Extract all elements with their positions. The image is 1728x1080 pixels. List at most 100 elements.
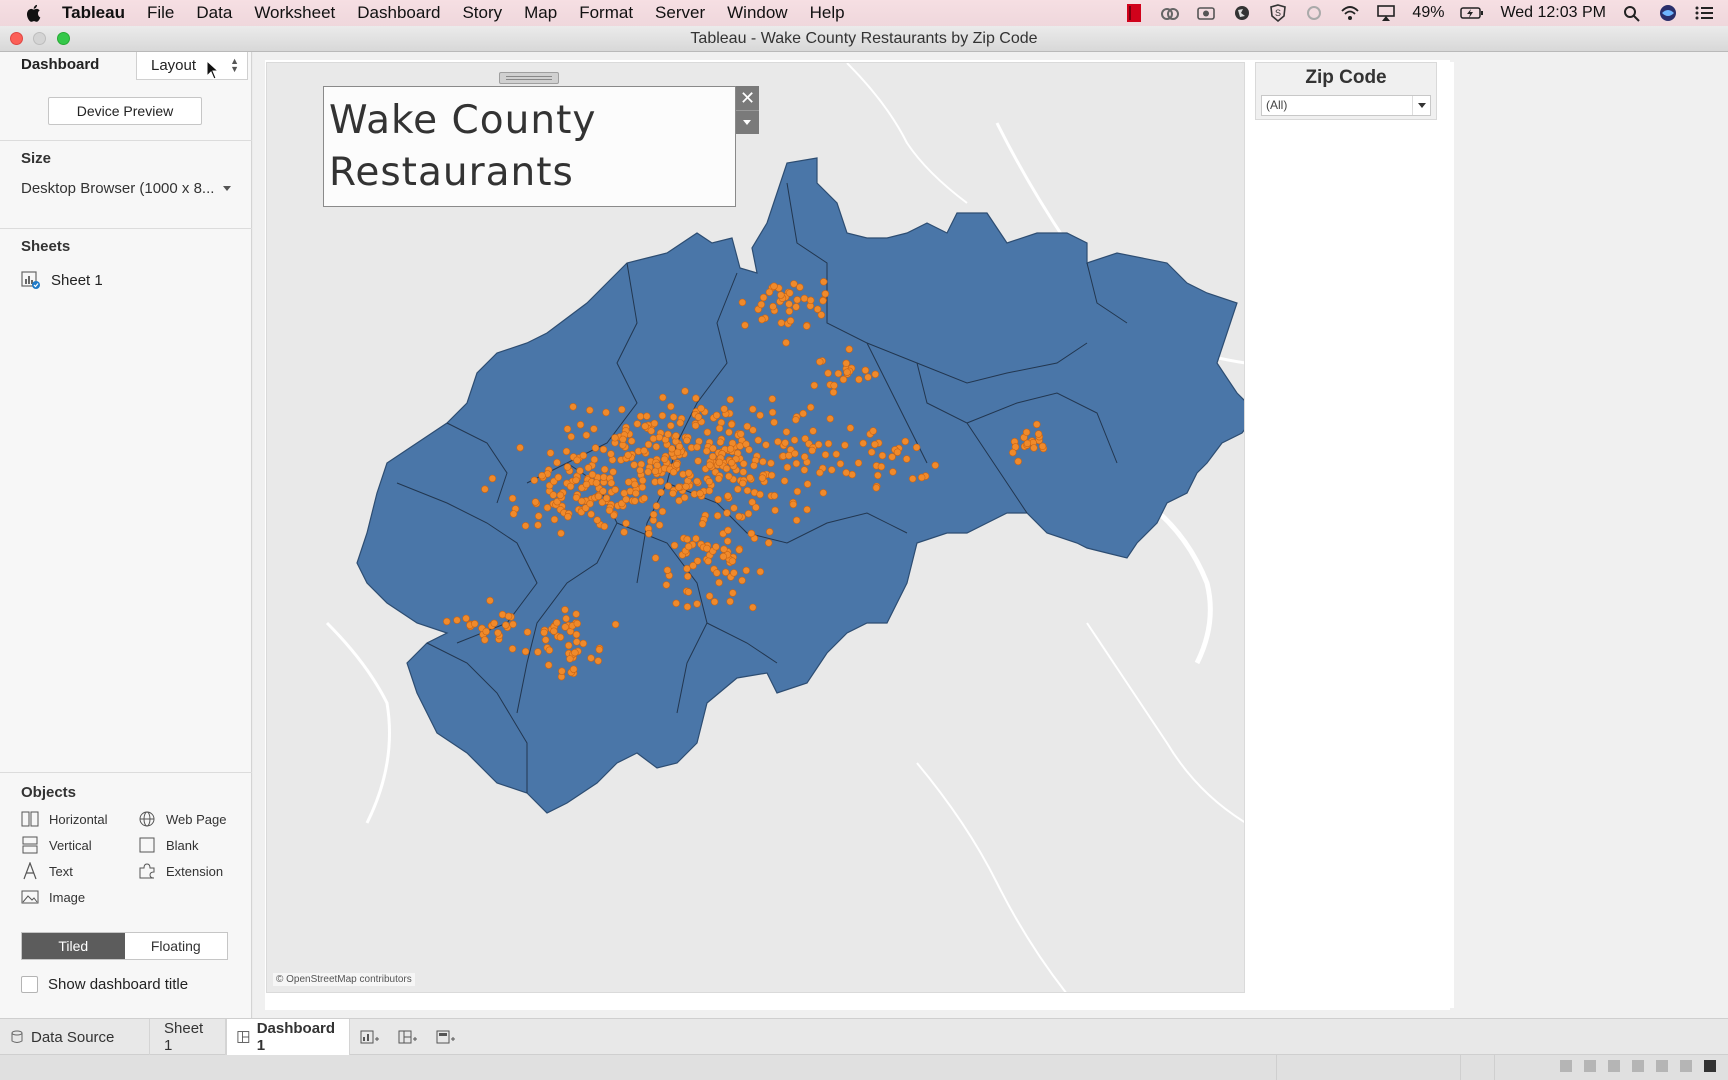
restaurant-point[interactable] (564, 513, 572, 521)
restaurant-point[interactable] (664, 430, 672, 438)
menu-story[interactable]: Story (462, 3, 502, 23)
restaurant-point[interactable] (715, 424, 724, 433)
restaurant-point[interactable] (1023, 439, 1032, 448)
restaurant-point[interactable] (800, 466, 809, 474)
restaurant-point[interactable] (641, 422, 649, 430)
restaurant-point[interactable] (839, 375, 848, 384)
restaurant-point[interactable] (567, 433, 575, 441)
restaurant-point[interactable] (725, 472, 733, 480)
restaurant-point[interactable] (584, 464, 592, 472)
floating-button[interactable]: Floating (124, 933, 227, 959)
restaurant-point[interactable] (650, 510, 658, 519)
restaurant-point[interactable] (722, 464, 731, 473)
restaurant-point[interactable] (816, 469, 824, 477)
restaurant-point[interactable] (1014, 457, 1022, 466)
restaurant-point[interactable] (587, 654, 595, 662)
restaurant-point[interactable] (756, 411, 764, 419)
restaurant-point[interactable] (486, 596, 494, 605)
restaurant-point[interactable] (558, 667, 566, 675)
restaurant-point[interactable] (683, 565, 691, 573)
restaurant-point[interactable] (715, 458, 723, 467)
restaurant-point[interactable] (663, 566, 672, 574)
restaurant-point[interactable] (644, 440, 653, 449)
restaurant-point[interactable] (872, 484, 880, 492)
restaurant-point[interactable] (714, 495, 722, 504)
menu-window[interactable]: Window (727, 3, 787, 23)
restaurant-point[interactable] (561, 623, 569, 631)
restaurant-point[interactable] (624, 478, 633, 486)
object-blank[interactable]: Blank (138, 836, 199, 854)
restaurant-point[interactable] (645, 530, 653, 538)
restaurant-point[interactable] (632, 489, 640, 497)
restaurant-point[interactable] (636, 466, 644, 474)
restaurant-point[interactable] (572, 630, 581, 639)
restaurant-point[interactable] (636, 412, 645, 421)
restaurant-point[interactable] (656, 477, 665, 486)
restaurant-point[interactable] (777, 319, 785, 327)
object-horizontal[interactable]: Horizontal (21, 810, 108, 828)
restaurant-point[interactable] (730, 569, 738, 577)
restaurant-point[interactable] (573, 456, 581, 464)
restaurant-point[interactable] (509, 620, 517, 628)
restaurant-point[interactable] (757, 300, 765, 309)
restaurant-point[interactable] (741, 321, 749, 329)
restaurant-point[interactable] (824, 440, 833, 448)
restaurant-point[interactable] (682, 482, 690, 491)
object-menu-button[interactable] (736, 110, 759, 134)
restaurant-point[interactable] (692, 534, 700, 543)
creative-cloud-icon[interactable] (1160, 4, 1180, 22)
restaurant-point[interactable] (1034, 430, 1043, 438)
restaurant-point[interactable] (841, 441, 849, 449)
spotlight-search-icon[interactable] (1622, 4, 1642, 22)
restaurant-point[interactable] (705, 477, 713, 486)
restaurant-point[interactable] (724, 526, 732, 534)
restaurant-point[interactable] (1022, 428, 1031, 436)
restaurant-point[interactable] (667, 422, 675, 430)
restaurant-point[interactable] (553, 619, 561, 627)
restaurant-point[interactable] (843, 368, 851, 376)
restaurant-point[interactable] (602, 408, 610, 417)
restaurant-point[interactable] (768, 395, 776, 403)
restaurant-point[interactable] (639, 476, 647, 485)
restaurant-point[interactable] (683, 436, 691, 445)
restaurant-point[interactable] (767, 459, 775, 467)
restaurant-point[interactable] (651, 467, 659, 475)
restaurant-point[interactable] (481, 636, 489, 644)
restaurant-point[interactable] (562, 447, 571, 456)
restaurant-point[interactable] (871, 370, 879, 378)
restaurant-point[interactable] (618, 405, 626, 414)
restaurant-point[interactable] (715, 475, 723, 483)
restaurant-point[interactable] (917, 473, 926, 482)
new-dashboard-icon[interactable] (398, 1028, 418, 1046)
restaurant-point[interactable] (845, 345, 853, 353)
tab-dashboard[interactable]: Dashboard (21, 56, 99, 73)
restaurant-point[interactable] (871, 440, 879, 449)
restaurant-point[interactable] (790, 436, 799, 444)
restaurant-point[interactable] (816, 358, 824, 366)
restaurant-point[interactable] (750, 461, 758, 470)
restaurant-point[interactable] (530, 476, 539, 484)
restaurant-point[interactable] (842, 469, 850, 477)
restaurant-point[interactable] (488, 474, 497, 483)
restaurant-point[interactable] (658, 507, 667, 516)
restaurant-point[interactable] (601, 465, 609, 474)
restaurant-point[interactable] (696, 489, 704, 498)
restaurant-point[interactable] (792, 516, 801, 524)
restaurant-point[interactable] (821, 290, 829, 298)
restaurant-point[interactable] (745, 446, 753, 454)
restaurant-point[interactable] (683, 535, 691, 543)
restaurant-point[interactable] (785, 300, 793, 308)
restaurant-point[interactable] (737, 430, 745, 438)
restaurant-point[interactable] (713, 411, 721, 419)
restaurant-point[interactable] (453, 616, 461, 624)
restaurant-point[interactable] (620, 489, 628, 497)
restaurant-point[interactable] (1033, 420, 1041, 429)
menu-map[interactable]: Map (524, 3, 557, 23)
restaurant-point[interactable] (685, 469, 693, 477)
restaurant-point[interactable] (790, 280, 798, 288)
restaurant-point[interactable] (684, 572, 692, 581)
restaurant-point[interactable] (667, 402, 675, 411)
restaurant-point[interactable] (759, 293, 768, 302)
restaurant-point[interactable] (550, 627, 558, 635)
restaurant-point[interactable] (647, 427, 655, 435)
